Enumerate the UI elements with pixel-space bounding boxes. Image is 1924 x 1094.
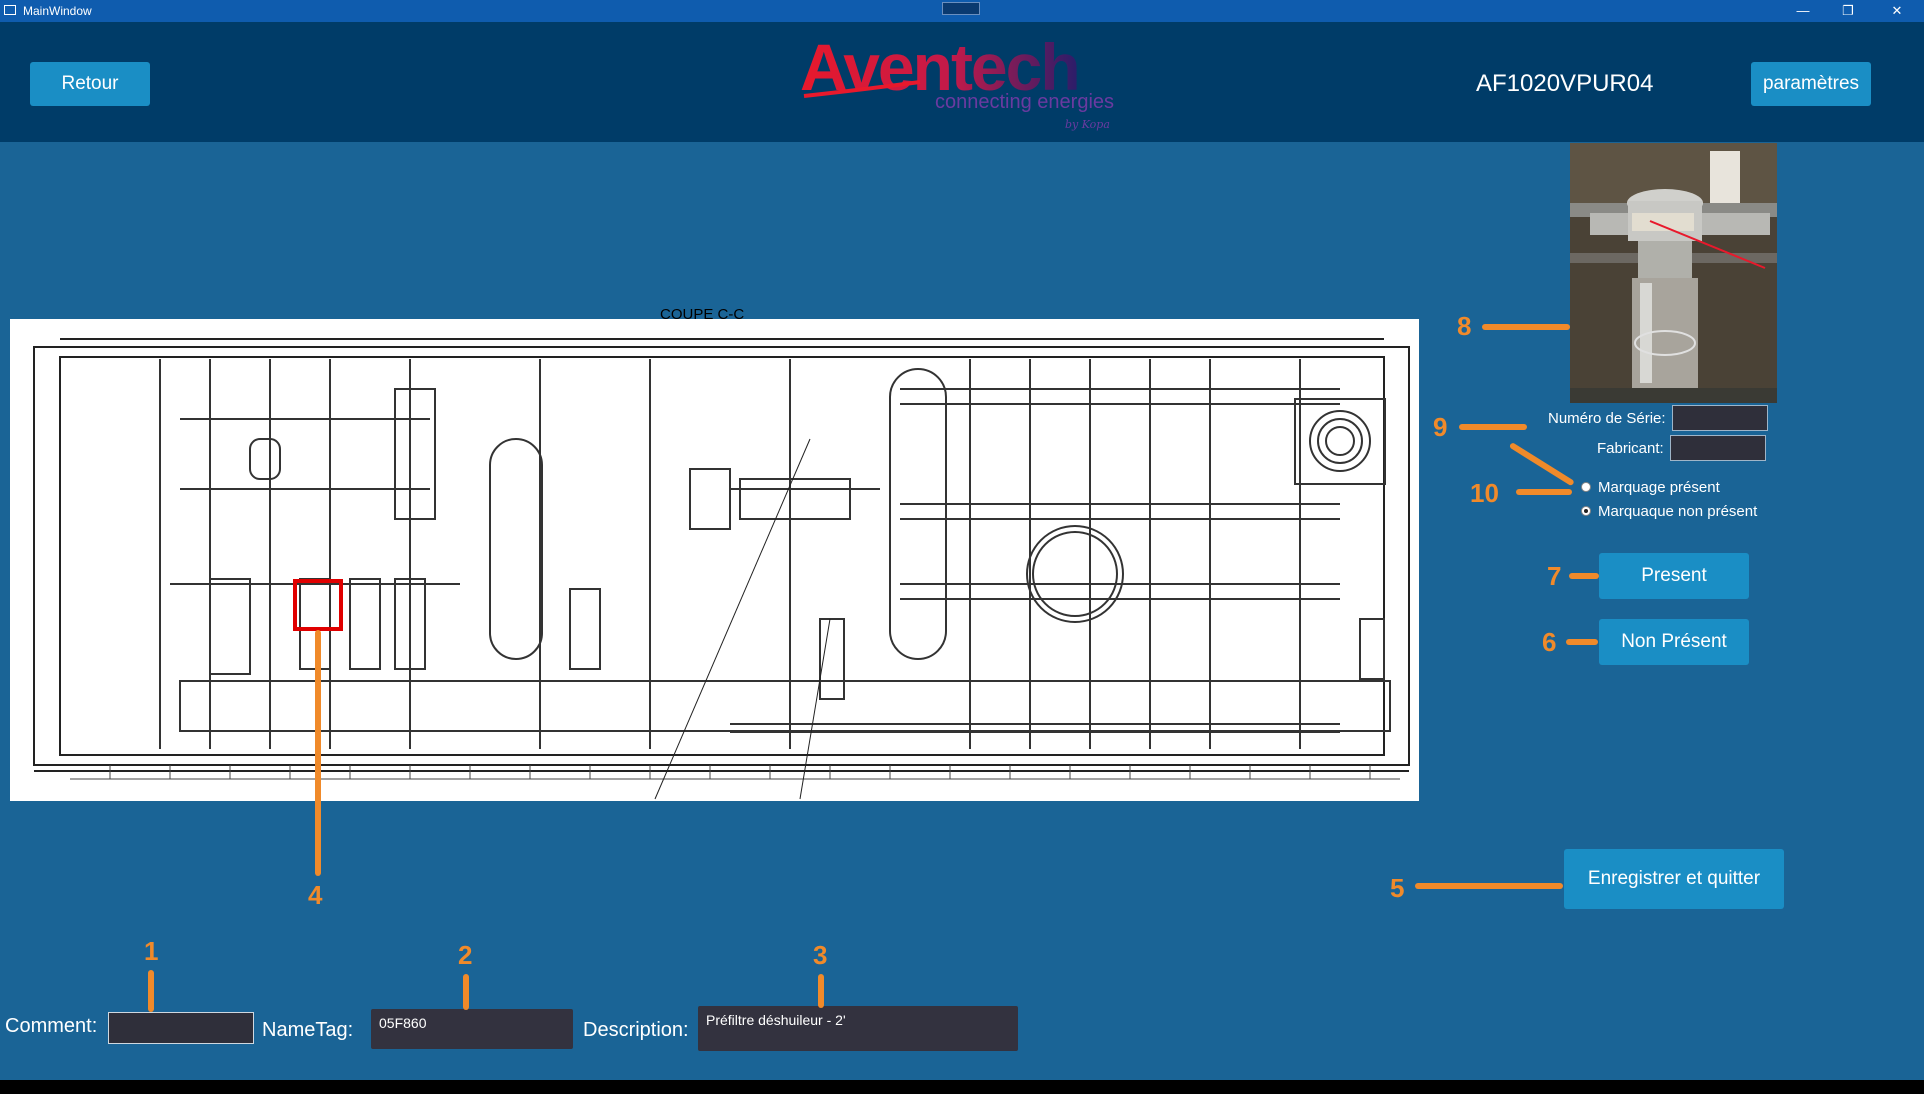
manufacturer-label: Fabricant: <box>1597 440 1664 457</box>
serial-input[interactable] <box>1672 405 1768 431</box>
section-title: COUPE C-C <box>660 306 745 323</box>
app-header: Retour Aventech connecting energies by K… <box>0 22 1924 142</box>
annotation-8-line <box>1482 324 1570 330</box>
technical-drawing[interactable]: COUPE C-C <box>10 306 1419 801</box>
logo-by: by Kopa <box>1065 118 1110 131</box>
description-field[interactable]: Préfiltre déshuileur - 2' <box>698 1006 1018 1051</box>
annotation-4-line <box>315 630 321 876</box>
annotation-9-line-a <box>1459 424 1527 430</box>
main-window: MainWindow — ❐ ✕ Retour Aventech connect… <box>0 0 1924 1080</box>
aventech-logo: Aventech connecting energies by Kopa <box>800 30 1114 131</box>
close-button[interactable]: ✕ <box>1882 2 1912 20</box>
annotation-10-line <box>1516 489 1572 495</box>
marking-absent-radio[interactable] <box>1581 506 1591 516</box>
component-photo <box>1570 143 1777 403</box>
annotation-5: 5 <box>1390 873 1405 903</box>
not-present-button[interactable]: Non Présent <box>1599 619 1749 665</box>
annotation-9: 9 <box>1433 412 1448 442</box>
window-icon <box>4 5 16 15</box>
annotation-3: 3 <box>813 940 828 970</box>
annotation-7: 7 <box>1547 561 1562 591</box>
marking-present-label[interactable]: Marquage présent <box>1598 479 1720 496</box>
annotation-1-line <box>148 970 154 1012</box>
present-button[interactable]: Present <box>1599 553 1749 599</box>
annotation-10: 10 <box>1470 478 1499 508</box>
comment-label: Comment: <box>5 1015 98 1037</box>
description-label: Description: <box>583 1019 689 1041</box>
manufacturer-input[interactable] <box>1670 435 1766 461</box>
save-and-quit-button[interactable]: Enregistrer et quitter <box>1564 849 1784 909</box>
nametag-field[interactable]: 05F860 <box>371 1009 573 1049</box>
annotation-4: 4 <box>308 880 323 910</box>
annotation-1: 1 <box>144 936 159 966</box>
annotation-6: 6 <box>1542 627 1557 657</box>
minimize-button[interactable]: — <box>1788 2 1818 20</box>
drag-handle[interactable] <box>942 2 980 15</box>
annotation-8: 8 <box>1457 311 1472 341</box>
settings-button[interactable]: paramètres <box>1751 62 1871 106</box>
annotation-6-line <box>1566 639 1598 645</box>
machine-id: AF1020VPUR04 <box>1476 70 1654 97</box>
marking-absent-label[interactable]: Marquaque non présent <box>1598 503 1757 520</box>
logo-tagline: connecting energies <box>935 91 1114 113</box>
restore-button[interactable]: ❐ <box>1833 2 1863 20</box>
nametag-label: NameTag: <box>262 1019 354 1041</box>
annotation-3-line <box>818 974 824 1008</box>
marking-present-radio[interactable] <box>1581 482 1591 492</box>
annotation-5-line <box>1415 883 1563 889</box>
annotation-9-line-b <box>1508 442 1575 487</box>
annotation-7-line <box>1569 573 1599 579</box>
pid-drawing <box>33 338 1410 800</box>
selected-component-highlight <box>293 579 343 631</box>
title-bar: MainWindow — ❐ ✕ <box>0 0 1924 22</box>
serial-label: Numéro de Série: <box>1548 410 1666 427</box>
window-title: MainWindow <box>23 4 92 18</box>
back-button[interactable]: Retour <box>30 62 150 106</box>
comment-input[interactable] <box>108 1012 254 1044</box>
annotation-2-line <box>463 974 469 1010</box>
annotation-2: 2 <box>458 940 473 970</box>
